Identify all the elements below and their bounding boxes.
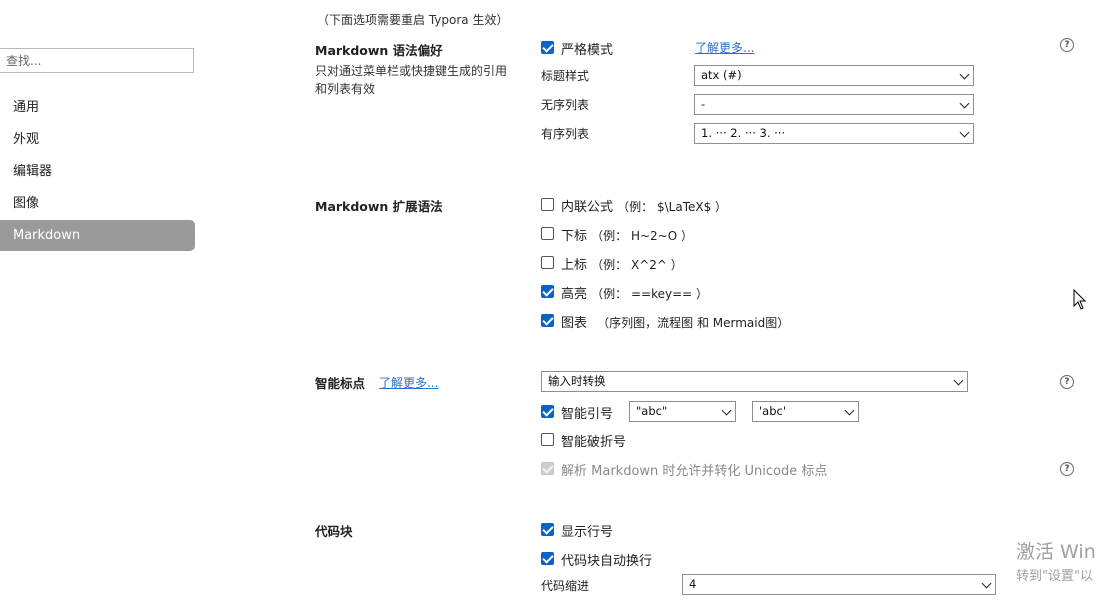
code-indent-value: 4 <box>689 577 697 591</box>
strict-mode-label: 严格模式 <box>561 43 614 58</box>
inline-math-example: （例： $\LaTeX$ ） <box>617 200 728 214</box>
search-input[interactable] <box>0 48 194 73</box>
ordered-list-select[interactable]: 1. ··· 2. ··· 3. ··· <box>694 123 974 144</box>
inline-math-label: 内联公式 （例： $\LaTeX$ ） <box>561 196 727 215</box>
extended-syntax-heading: Markdown 扩展语法 <box>315 199 443 214</box>
diagrams-checkbox[interactable] <box>541 314 554 327</box>
chevron-down-icon <box>981 578 992 589</box>
line-numbers-checkbox[interactable] <box>541 523 554 536</box>
help-icon[interactable]: ? <box>1060 462 1074 476</box>
superscript-example: （例： X^2^ ） <box>591 258 683 272</box>
help-icon[interactable]: ? <box>1060 375 1074 389</box>
chevron-down-icon <box>959 69 970 80</box>
code-indent-label: 代码缩进 <box>541 579 590 593</box>
diagrams-label: 图表 （序列图，流程图 和 Mermaid图） <box>561 312 789 331</box>
heading-style-value: atx (#) <box>701 68 742 82</box>
highlight-example: （例： ==key== ） <box>591 287 709 301</box>
code-wrap-label: 代码块自动换行 <box>561 554 653 569</box>
ordered-list-value: 1. ··· 2. ··· 3. ··· <box>701 126 786 140</box>
chevron-down-icon <box>844 405 855 416</box>
subscript-label: 下标 （例： H~2~O ） <box>561 225 693 244</box>
diagrams-name: 图表 <box>561 316 588 331</box>
mouse-cursor-icon <box>1073 289 1087 310</box>
subscript-name: 下标 <box>561 229 588 244</box>
diagrams-example: （序列图，流程图 和 Mermaid图） <box>597 316 790 330</box>
smart-dash-label: 智能破折号 <box>561 435 627 450</box>
smart-punct-mode-value: 输入时转换 <box>548 374 606 388</box>
help-icon[interactable]: ? <box>1060 38 1074 52</box>
syntax-pref-desc-2: 和列表有效 <box>315 82 376 96</box>
inline-math-name: 内联公式 <box>561 200 614 215</box>
superscript-label: 上标 （例： X^2^ ） <box>561 254 683 273</box>
superscript-checkbox[interactable] <box>541 256 554 269</box>
activation-watermark-subtitle: 转到"设置"以 <box>1016 569 1093 584</box>
sidebar-item-image[interactable]: 图像 <box>0 188 195 219</box>
heading-style-label: 标题样式 <box>541 69 590 83</box>
line-numbers-label: 显示行号 <box>561 525 614 540</box>
smart-punct-heading: 智能标点 <box>315 376 366 391</box>
syntax-pref-desc-1: 只对通过菜单栏或快捷键生成的引用 <box>315 64 508 78</box>
code-block-heading: 代码块 <box>315 524 353 539</box>
inline-math-checkbox[interactable] <box>541 198 554 211</box>
unordered-list-value: - <box>701 97 706 111</box>
chevron-down-icon <box>953 375 964 386</box>
ordered-list-label: 有序列表 <box>541 127 590 141</box>
single-quote-value: 'abc' <box>759 404 786 418</box>
code-wrap-checkbox[interactable] <box>541 552 554 565</box>
subscript-example: （例： H~2~O ） <box>591 229 693 243</box>
activation-watermark-title: 激活 Win <box>1016 541 1096 563</box>
unordered-list-label: 无序列表 <box>541 98 590 112</box>
unicode-punct-checkbox <box>541 462 554 475</box>
sidebar-item-appearance[interactable]: 外观 <box>0 124 195 155</box>
heading-style-select[interactable]: atx (#) <box>694 65 974 86</box>
smart-quotes-label: 智能引号 <box>561 407 614 422</box>
superscript-name: 上标 <box>561 258 588 273</box>
chevron-down-icon <box>721 405 732 416</box>
highlight-name: 高亮 <box>561 287 588 302</box>
smart-dash-checkbox[interactable] <box>541 433 554 446</box>
strict-mode-checkbox[interactable] <box>541 41 554 54</box>
subscript-checkbox[interactable] <box>541 227 554 240</box>
highlight-checkbox[interactable] <box>541 285 554 298</box>
sidebar-item-general[interactable]: 通用 <box>0 92 195 123</box>
double-quote-select[interactable]: "abc" <box>629 401 736 422</box>
sidebar-item-markdown[interactable]: Markdown <box>0 220 195 251</box>
code-indent-select[interactable]: 4 <box>682 574 996 595</box>
unicode-punct-label: 解析 Markdown 时允许并转化 Unicode 标点 <box>561 464 828 479</box>
smart-punct-learn-more-link[interactable]: 了解更多... <box>379 374 438 391</box>
chevron-down-icon <box>959 127 970 138</box>
smart-quotes-checkbox[interactable] <box>541 405 554 418</box>
sidebar-item-editor[interactable]: 编辑器 <box>0 156 195 187</box>
smart-punct-mode-select[interactable]: 输入时转换 <box>541 371 968 392</box>
single-quote-select[interactable]: 'abc' <box>752 401 859 422</box>
unordered-list-select[interactable]: - <box>694 94 974 115</box>
strict-mode-learn-more-link[interactable]: 了解更多... <box>695 39 754 56</box>
chevron-down-icon <box>959 98 970 109</box>
syntax-pref-heading: Markdown 语法偏好 <box>315 43 443 58</box>
restart-notice: （下面选项需要重启 Typora 生效） <box>317 13 509 27</box>
double-quote-value: "abc" <box>636 404 668 418</box>
highlight-label: 高亮 （例： ==key== ） <box>561 283 708 302</box>
